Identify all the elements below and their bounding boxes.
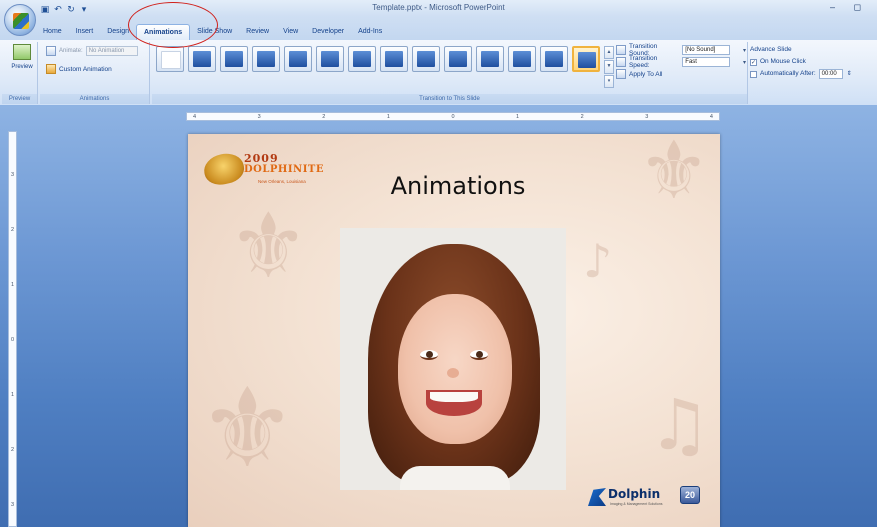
dolphin-fin-icon (588, 488, 606, 506)
animate-row: Animate: No Animation (46, 46, 138, 56)
auto-advance-time[interactable]: 00:00 (818, 69, 843, 79)
fleur-de-lis-decoration: ⚜ (638, 134, 710, 217)
chevron-down-icon[interactable]: ▾ (743, 47, 746, 54)
transition-gallery (156, 46, 600, 72)
scroll-up-icon[interactable]: ▲ (604, 46, 614, 60)
transition-group-label: Transition to This Slide (152, 94, 747, 104)
ribbon-tabs: Home Insert Design Animations Slide Show… (36, 24, 389, 40)
more-icon[interactable]: ▾ (604, 74, 614, 88)
tab-insert[interactable]: Insert (69, 24, 101, 40)
tab-view[interactable]: View (276, 24, 305, 40)
transition-speed-dropdown[interactable]: Fast (682, 57, 730, 67)
office-logo-icon (13, 13, 29, 29)
fleur-de-lis-decoration: ⚜ (198, 364, 297, 492)
transition-options: Transition Sound: [No Sound] ▾ Transitio… (616, 43, 746, 80)
auto-advance-checkbox[interactable] (750, 70, 757, 78)
ribbon: Preview Preview Animate: No Animation Cu… (0, 40, 877, 106)
tab-design[interactable]: Design (100, 24, 136, 40)
anniversary-badge: 20 (680, 486, 700, 504)
portrait-photo[interactable] (340, 228, 566, 490)
animate-dropdown[interactable]: No Animation (85, 46, 138, 56)
transition-thumb[interactable] (156, 46, 184, 72)
transition-thumb[interactable] (284, 46, 312, 72)
transition-sound-dropdown[interactable]: [No Sound] (682, 45, 730, 55)
tab-home[interactable]: Home (36, 24, 69, 40)
sound-icon (616, 45, 626, 55)
animate-label: Animate: (59, 48, 83, 54)
window-title: Template.pptx - Microsoft PowerPoint (372, 3, 505, 12)
custom-animation-button[interactable]: Custom Animation (46, 64, 112, 74)
music-note-decoration: ♪ (583, 234, 613, 288)
event-logo: 2009 DOLPHINITE New Orleans, Louisiana (200, 148, 340, 194)
on-click-checkbox[interactable]: ✓ (750, 58, 757, 66)
scroll-down-icon[interactable]: ▼ (604, 60, 614, 74)
title-bar: ▣ ↶ ↻ ▾ Template.pptx - Microsoft PowerP… (0, 0, 877, 40)
dolphin-logo: Dolphin Imaging & Management Solutions (588, 484, 684, 510)
slide-canvas[interactable]: ⚜ ⚜ ⚜ ♪ ♫ 2009 DOLPHINITE New Orleans, L… (188, 134, 720, 527)
tab-slide-show[interactable]: Slide Show (190, 24, 239, 40)
apply-all-icon (616, 69, 626, 79)
transition-thumb[interactable] (444, 46, 472, 72)
speed-icon (616, 57, 626, 67)
animations-group: Animate: No Animation Custom Animation A… (40, 42, 150, 104)
preview-group-label: Preview (2, 94, 37, 104)
transition-thumb[interactable] (348, 46, 376, 72)
gallery-scroll[interactable]: ▲ ▼ ▾ (604, 46, 614, 88)
chevron-down-icon[interactable]: ▾ (743, 59, 746, 66)
horizontal-ruler: 432 101 234 (186, 112, 720, 121)
advance-slide-header: Advance Slide (750, 46, 792, 53)
custom-animation-icon (46, 64, 56, 74)
transition-speed-row: Transition Speed: Fast ▾ (616, 55, 746, 69)
tab-add-ins[interactable]: Add-Ins (351, 24, 389, 40)
fleur-de-lis-decoration: ⚜ (228, 194, 309, 299)
tab-developer[interactable]: Developer (305, 24, 351, 40)
animations-group-label: Animations (40, 94, 149, 104)
vertical-ruler: 3 2 1 0 1 2 3 (8, 131, 17, 527)
apply-to-all-button[interactable]: Apply To All (616, 68, 746, 80)
transition-thumb[interactable] (476, 46, 504, 72)
window-controls[interactable]: – ◻ (830, 2, 869, 13)
preview-icon (13, 44, 31, 60)
mardi-gras-mask-icon (201, 150, 247, 188)
transition-thumb[interactable] (252, 46, 280, 72)
advance-slide-group: Advance Slide ✓ On Mouse Click Automatic… (750, 44, 870, 80)
transition-thumb-selected[interactable] (572, 46, 600, 72)
transition-thumb[interactable] (316, 46, 344, 72)
transition-thumb[interactable] (220, 46, 248, 72)
auto-advance-option[interactable]: Automatically After: 00:00 ⇕ (750, 68, 870, 80)
transition-thumb[interactable] (508, 46, 536, 72)
preview-group: Preview Preview (2, 42, 38, 104)
preview-button[interactable]: Preview (6, 44, 38, 70)
slide-title[interactable]: Animations (338, 172, 578, 200)
transition-thumb[interactable] (188, 46, 216, 72)
music-note-decoration: ♫ (648, 384, 711, 466)
transition-thumb[interactable] (540, 46, 568, 72)
spinner-icon[interactable]: ⇕ (847, 68, 852, 80)
transition-thumb[interactable] (412, 46, 440, 72)
tab-review[interactable]: Review (239, 24, 276, 40)
on-mouse-click-option[interactable]: ✓ On Mouse Click (750, 56, 870, 68)
animate-icon (46, 46, 56, 56)
transition-thumb[interactable] (380, 46, 408, 72)
tab-animations[interactable]: Animations (136, 24, 191, 40)
